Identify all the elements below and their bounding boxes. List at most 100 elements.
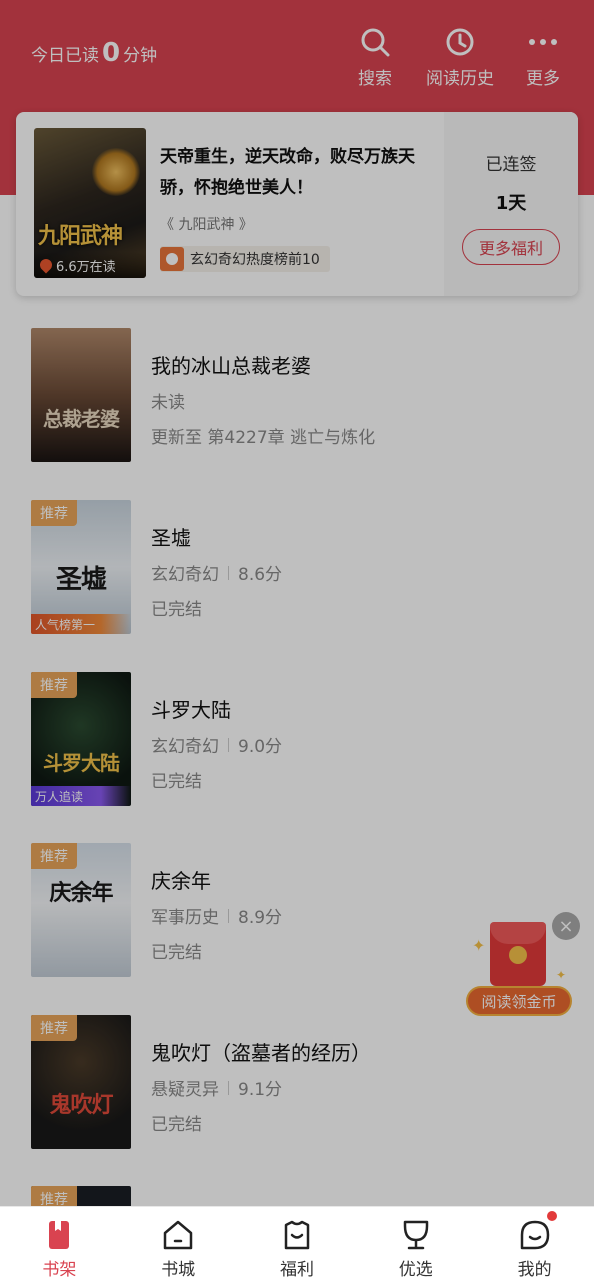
meta-divider	[228, 1080, 229, 1095]
book-title: 斗罗大陆	[151, 698, 231, 722]
trophy-icon	[403, 1220, 429, 1250]
book-status: 已完结	[151, 943, 202, 963]
book-score: 9.0分	[238, 737, 283, 757]
list-item[interactable]: 圣墟 推荐 人气榜第一 圣墟 玄幻奇幻 8.6分 已完结	[0, 500, 594, 640]
book-cover[interactable]: 斗罗大陆 推荐 万人追读	[31, 672, 131, 806]
nav-label: 优选	[398, 1260, 433, 1280]
nav-label: 书架	[42, 1260, 77, 1280]
more-label: 更多	[526, 69, 560, 89]
notification-dot	[547, 1211, 558, 1221]
clock-icon	[446, 28, 474, 56]
nav-selected[interactable]: 优选	[356, 1207, 475, 1280]
book-genre: 玄幻奇幻	[151, 737, 219, 757]
nav-welfare[interactable]: 福利	[238, 1207, 357, 1280]
more-dots-icon	[529, 39, 557, 45]
checkin-days: 1天	[495, 193, 527, 214]
bookshelf-icon	[49, 1221, 70, 1249]
book-score: 8.6分	[238, 565, 283, 585]
recommend-tag: 推荐	[31, 843, 77, 869]
nav-label: 书城	[161, 1260, 196, 1280]
featured-book-cover[interactable]: 九阳武神 6.6万在读	[34, 128, 146, 278]
book-cover[interactable]: 圣墟 推荐 人气榜第一	[31, 500, 131, 634]
featured-headline: 天帝重生，逆天改命，败尽万族天骄，怀抱绝世美人！	[160, 147, 415, 198]
book-meta: 玄幻奇幻 9.0分	[151, 732, 282, 757]
cover-glow	[92, 148, 140, 196]
reading-prefix: 今日已读	[31, 46, 99, 66]
read-state-text: 未读	[151, 393, 185, 413]
nav-profile[interactable]: 我的	[475, 1207, 594, 1280]
featured-reading-count: 6.6万在读	[34, 252, 146, 278]
featured-cover-title: 九阳武神	[38, 223, 123, 249]
book-title: 鬼吹灯（盗墓者的经历）	[151, 1041, 371, 1065]
more-button[interactable]: 更多	[526, 26, 560, 89]
book-meta: 军事历史 8.9分	[151, 903, 282, 928]
reading-minutes: 0	[102, 38, 121, 68]
red-envelope-icon	[490, 922, 546, 986]
recommend-tag: 推荐	[31, 672, 77, 698]
meta-divider	[228, 908, 229, 923]
reading-count-text: 6.6万在读	[56, 259, 116, 275]
book-status: 已完结	[151, 1115, 202, 1135]
book-genre: 军事历史	[151, 908, 219, 928]
nav-bookstore[interactable]: 书城	[119, 1207, 238, 1280]
book-meta: 玄幻奇幻 8.6分	[151, 560, 282, 585]
cover-art-text: 庆余年	[49, 880, 113, 906]
book-cover[interactable]: 鬼吹灯 推荐	[31, 1015, 131, 1149]
close-icon[interactable]: ×	[552, 912, 580, 940]
featured-book-card[interactable]: 九阳武神 6.6万在读 天帝重生，逆天改命，败尽万族天骄，怀抱绝世美人！ 《 九…	[16, 112, 578, 296]
search-icon	[361, 28, 390, 57]
checkin-panel: 已连签 1天 更多福利	[444, 112, 578, 296]
cover-art-text: 斗罗大陆	[43, 751, 120, 775]
more-welfare-button[interactable]: 更多福利	[462, 229, 560, 265]
bottom-nav: 书架 书城 福利 优选 我的	[0, 1206, 594, 1280]
book-title: 我的冰山总裁老婆	[151, 354, 311, 378]
book-genre: 悬疑灵异	[151, 1080, 219, 1100]
recommend-tag: 推荐	[31, 1015, 77, 1041]
book-title: 庆余年	[151, 869, 211, 893]
recommend-tag: 推荐	[31, 500, 77, 526]
meta-divider	[228, 737, 229, 752]
today-reading-time: 今日已读 0 分钟	[31, 40, 157, 66]
cover-ribbon: 万人追读	[31, 786, 131, 806]
bookstore-icon	[163, 1220, 193, 1250]
book-score: 9.1分	[238, 1080, 283, 1100]
nav-bookshelf[interactable]: 书架	[0, 1207, 119, 1280]
list-item[interactable]: 斗罗大陆 推荐 万人追读 斗罗大陆 玄幻奇幻 9.0分 已完结	[0, 672, 594, 812]
book-score: 8.9分	[238, 908, 283, 928]
cover-ribbon: 人气榜第一	[31, 614, 131, 634]
gift-shirt-icon	[284, 1220, 310, 1250]
nav-label: 我的	[517, 1260, 552, 1280]
profile-icon	[520, 1220, 549, 1250]
cover-art-text: 鬼吹灯	[49, 1092, 113, 1118]
book-status: 已完结	[151, 772, 202, 792]
reading-suffix: 分钟	[123, 46, 158, 66]
cover-art-text: 总裁老婆	[43, 407, 120, 431]
history-label: 阅读历史	[426, 69, 494, 89]
rank-text: 玄幻奇幻热度榜前10	[190, 252, 320, 268]
book-update: 更新至 第4227章 逃亡与炼化	[151, 428, 376, 448]
search-button[interactable]: 搜索	[358, 26, 392, 89]
book-genre: 玄幻奇幻	[151, 565, 219, 585]
meta-divider	[228, 565, 229, 580]
nav-label: 福利	[279, 1260, 314, 1280]
sparkle-icon: ✦	[472, 936, 486, 955]
list-item[interactable]: 鬼吹灯 推荐 鬼吹灯（盗墓者的经历） 悬疑灵异 9.1分 已完结	[0, 1015, 594, 1155]
sparkle-icon: ✦	[556, 968, 567, 982]
search-label: 搜索	[358, 69, 392, 89]
read-coin-button[interactable]: 阅读领金币	[466, 986, 572, 1016]
book-meta: 悬疑灵异 9.1分	[151, 1075, 282, 1100]
checkin-label: 已连签	[485, 155, 537, 175]
history-button[interactable]: 阅读历史	[426, 26, 494, 89]
book-cover[interactable]: 总裁老婆	[31, 328, 131, 462]
book-status: 已完结	[151, 600, 202, 620]
book-read-state: 未读	[151, 388, 185, 413]
featured-book-name: 《 九阳武神 》	[160, 217, 253, 233]
list-item[interactable]: 总裁老婆 我的冰山总裁老婆 未读 更新至 第4227章 逃亡与炼化	[0, 328, 594, 468]
book-cover[interactable]: 庆余年 推荐	[31, 843, 131, 977]
book-title: 圣墟	[151, 526, 191, 550]
read-coin-widget[interactable]: ✦ ✦ 阅读领金币 ×	[464, 912, 584, 1018]
medal-icon	[160, 247, 184, 271]
cover-art-text: 圣墟	[55, 565, 107, 595]
flame-icon	[37, 256, 55, 274]
rank-badge: 玄幻奇幻热度榜前10	[160, 246, 330, 272]
